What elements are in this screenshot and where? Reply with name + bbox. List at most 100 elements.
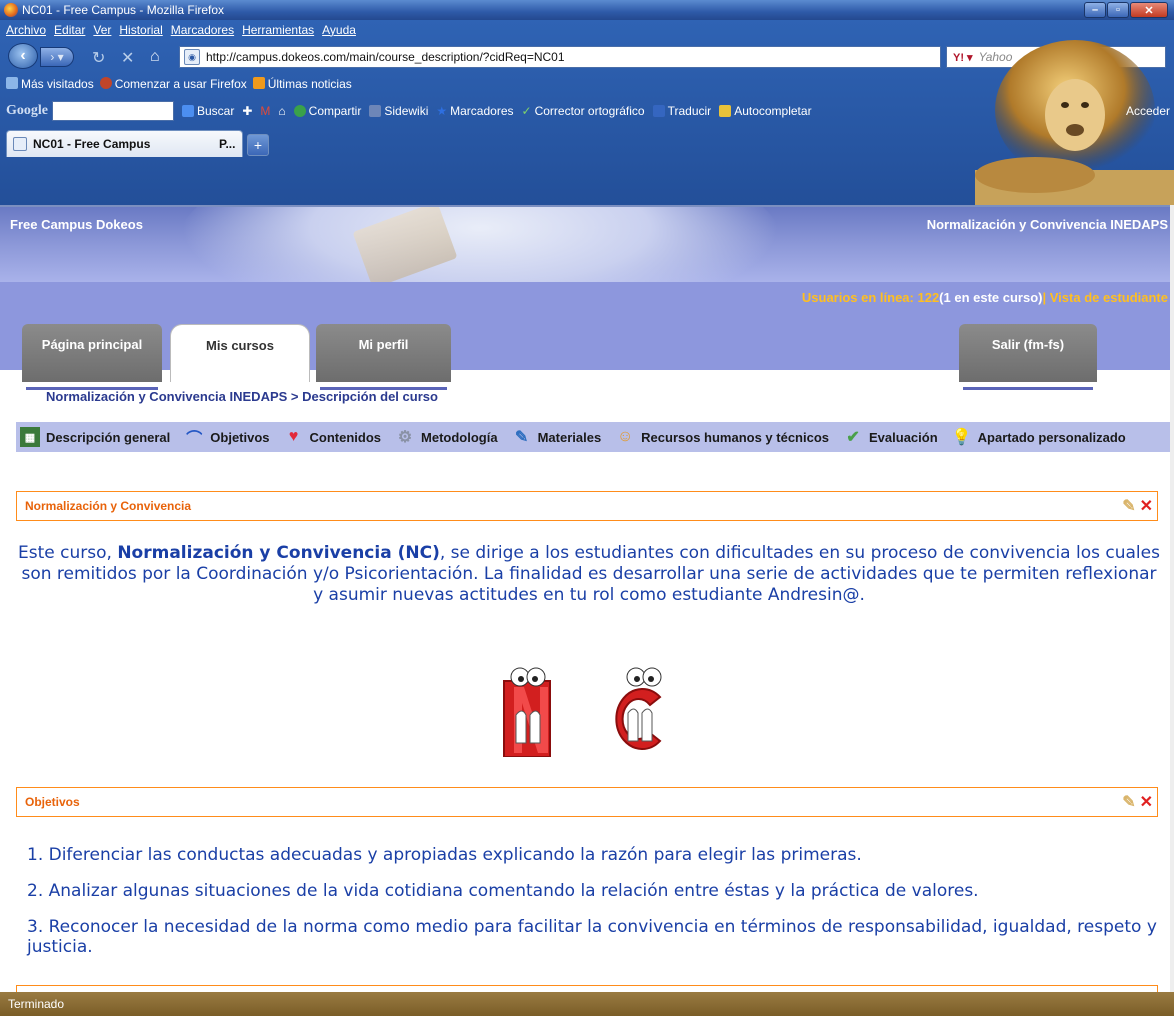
lion-theme-image: Acceder (965, 40, 1174, 205)
page-content: Free Campus Dokeos Normalización y Convi… (0, 205, 1174, 992)
forward-button[interactable]: › ▾ (40, 47, 74, 67)
site-name-link[interactable]: Free Campus Dokeos (10, 217, 143, 232)
edit-icon[interactable]: ✎ (1122, 496, 1135, 516)
rss-icon (252, 77, 265, 89)
bookmark-icon (6, 77, 18, 89)
google-sidewiki-button[interactable]: Sidewiki (369, 104, 428, 118)
board-icon: ▦ (20, 427, 40, 447)
desc-bold: Normalización y Convivencia (NC) (117, 543, 440, 563)
arrow-icon: ⌒ (186, 431, 203, 448)
google-icon (182, 105, 194, 117)
status-text: Terminado (8, 997, 65, 1011)
home-icon[interactable]: ⌂ (150, 48, 160, 66)
share-icon (293, 105, 306, 117)
google-plus-button[interactable]: ✚ (242, 104, 252, 118)
window-title: NC01 - Free Campus - Mozilla Firefox (22, 3, 225, 17)
users-online-link[interactable]: Usuarios en línea: 122 (802, 290, 939, 305)
objective-item: 1. Diferenciar las conductas adecuadas y… (27, 845, 862, 865)
student-view-link[interactable]: | Vista de estudiante (1043, 290, 1169, 305)
tool-label: Evaluación (869, 429, 938, 445)
reload-icon[interactable]: ↻ (92, 48, 105, 68)
tool-recursos[interactable]: ☺ Recursos humanos y técnicos (615, 427, 829, 447)
url-text: http://campus.dokeos.com/main/course_des… (206, 50, 565, 64)
minimize-button[interactable]: – (1084, 2, 1106, 18)
g-label: Compartir (308, 104, 362, 118)
browser-tabs: NC01 - Free Campus P... + (0, 126, 1174, 157)
tool-metodologia[interactable]: ⚙ Metodología (395, 427, 498, 447)
edit-icon[interactable]: ✎ (1122, 792, 1135, 812)
window-titlebar: NC01 - Free Campus - Mozilla Firefox – ▫… (0, 0, 1174, 20)
tool-contenidos[interactable]: ♥ Contenidos (284, 427, 381, 447)
google-buscar-button[interactable]: Buscar (182, 104, 234, 118)
maximize-button[interactable]: ▫ (1107, 2, 1129, 18)
google-search-input[interactable] (52, 101, 174, 121)
tab-pagina-principal[interactable]: Página principal (22, 324, 162, 390)
menu-editar[interactable]: Editar (54, 23, 85, 37)
stop-icon[interactable]: ✕ (121, 48, 134, 68)
page-scrollbar[interactable] (1170, 205, 1174, 992)
info-bar: Usuarios en línea: 122(1 en este curso)|… (0, 282, 1174, 312)
menu-historial[interactable]: Historial (119, 23, 162, 37)
menu-archivo[interactable]: Archivo (6, 23, 46, 37)
menu-ayuda[interactable]: Ayuda (322, 23, 356, 37)
tab-label: Mis cursos (206, 338, 274, 353)
delete-icon[interactable]: ✕ (1140, 496, 1153, 516)
letter-c-image (615, 667, 662, 750)
heart-icon: ♥ (288, 428, 299, 445)
google-logo: Google (6, 103, 48, 118)
tab-nc01-free-campus[interactable]: NC01 - Free Campus P... (6, 130, 243, 157)
sidewiki-icon (369, 105, 382, 117)
objective-item: 2. Analizar algunas situaciones de la vi… (27, 881, 979, 901)
google-marcadores-button[interactable]: ★ Marcadores (436, 104, 513, 118)
breadcrumb[interactable]: Normalización y Convivencia INEDAPS > De… (46, 389, 438, 404)
objective-item: 3. Reconocer la necesidad de la norma co… (27, 917, 1157, 957)
new-tab-button[interactable]: + (247, 134, 269, 156)
tool-descripcion-general[interactable]: ▦ Descripción general (20, 427, 170, 447)
back-button[interactable]: ‹ (8, 43, 38, 69)
g-label: Marcadores (450, 104, 514, 118)
course-name-link[interactable]: Normalización y Convivencia INEDAPS (927, 217, 1168, 232)
tools-icon: ✎ (514, 429, 529, 446)
site-favicon (13, 137, 27, 151)
menu-marcadores[interactable]: Marcadores (171, 23, 234, 37)
url-bar[interactable]: ◉ http://campus.dokeos.com/main/course_d… (179, 46, 1105, 68)
close-window-button[interactable]: ✕ (1130, 2, 1168, 18)
tool-materiales[interactable]: ✎ Materiales (512, 427, 601, 447)
google-traducir-button[interactable]: Traducir (652, 104, 711, 118)
tab-second-label[interactable]: P... (219, 137, 235, 151)
course-description-toolbar: ▦ Descripción general ⌒ Objetivos ♥ Conteni… (16, 422, 1174, 452)
tool-label: Metodología (421, 429, 498, 445)
bookmark-label: Últimas noticias (267, 77, 352, 91)
share-icon[interactable]: ⌂ (278, 104, 285, 118)
gears-icon: ⚙ (397, 429, 413, 446)
google-compartir-button[interactable]: Compartir (293, 104, 362, 118)
google-acceder-link[interactable]: Acceder (1126, 104, 1170, 118)
autofill-icon (719, 105, 732, 117)
star-icon: ★ (436, 104, 448, 118)
desc-pre: Este curso, (18, 543, 118, 563)
bookmark-mas-visitados[interactable]: Más visitados (6, 77, 94, 91)
menu-ver[interactable]: Ver (93, 23, 111, 37)
gmail-icon[interactable]: M (260, 104, 270, 118)
tool-objetivos[interactable]: ⌒ Objetivos (184, 427, 269, 449)
menu-bar: Archivo Editar Ver Historial Marcadores … (0, 20, 1174, 40)
site-favicon: ◉ (184, 49, 200, 65)
delete-icon[interactable]: ✕ (1140, 792, 1153, 812)
tool-label: Recursos humanos y técnicos (641, 429, 830, 445)
tool-apartado-personalizado[interactable]: 💡 Apartado personalizado (952, 427, 1126, 447)
bookmark-ultimas-noticias[interactable]: Últimas noticias (252, 77, 352, 91)
tab-mi-perfil[interactable]: Mi perfil (316, 324, 451, 390)
tab-mis-cursos[interactable]: Mis cursos (170, 324, 310, 382)
google-corrector-button[interactable]: ✓ Corrector ortográfico (522, 104, 645, 118)
tab-salir[interactable]: Salir (fm-fs) (959, 324, 1097, 390)
google-autocompletar-button[interactable]: Autocompletar (719, 104, 812, 118)
check-icon: ✔ (846, 429, 860, 446)
tab-label: Salir (fm-fs) (991, 337, 1065, 352)
g-label: Buscar (197, 104, 235, 118)
users-in-course-link[interactable]: (1 en este curso) (939, 290, 1042, 305)
bookmark-comenzar-firefox[interactable]: Comenzar a usar Firefox (99, 77, 247, 91)
menu-herramientas[interactable]: Herramientas (242, 23, 314, 37)
tool-evaluacion[interactable]: ✔ Evaluación (843, 427, 938, 447)
firefox-icon (99, 77, 112, 89)
tool-label: Apartado personalizado (977, 429, 1126, 445)
